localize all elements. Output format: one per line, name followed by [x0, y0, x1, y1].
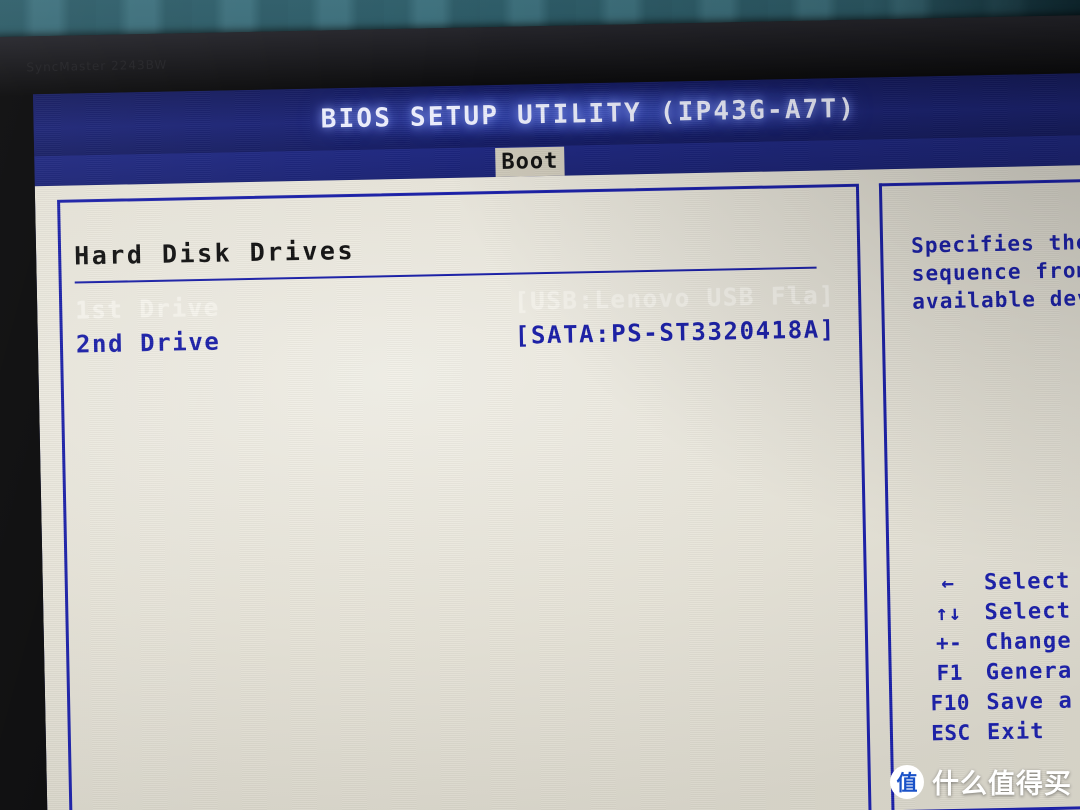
bios-body: Hard Disk Drives 1st Drive [USB:Lenovo U…: [34, 164, 1080, 810]
photo-scene: SyncMaster 2243BW BIOS SETUP UTILITY (IP…: [0, 0, 1080, 810]
esc-key-icon: ESC: [930, 720, 971, 746]
legend-label: Save a: [986, 688, 1074, 716]
watermark-label: 什么值得买: [932, 769, 1072, 800]
legend-label: Change: [984, 628, 1073, 656]
legend-row-select-item: ↑↓ Select: [912, 596, 1080, 632]
legend-label: Select: [984, 598, 1072, 626]
key-legend: ← Select S ↑↓ Select +- Change F1: [912, 566, 1080, 752]
legend-label: Exit: [986, 719, 1045, 746]
f1-key-icon: F1: [936, 660, 964, 686]
legend-label: Genera: [985, 658, 1073, 686]
monitor-bezel: SyncMaster 2243BW BIOS SETUP UTILITY (IP…: [0, 14, 1080, 810]
setting-value[interactable]: [SATA:PS-ST3320418A]: [515, 315, 836, 349]
legend-row-general-help: F1 Genera: [914, 656, 1080, 692]
help-line: Specifies the b: [910, 230, 1080, 258]
legend-row-save-and-exit: F10 Save a: [914, 686, 1080, 722]
help-panel: Specifies the b sequence from t availabl…: [878, 178, 1080, 810]
watermark: 值 什么值得买: [890, 762, 1072, 801]
legend-label: Select S: [983, 568, 1080, 596]
tab-boot[interactable]: Boot: [495, 146, 565, 178]
help-description: Specifies the b sequence from t availabl…: [911, 226, 1080, 316]
bios-screen: BIOS SETUP UTILITY (IP43G-A7T) Boot Hard…: [32, 72, 1080, 810]
section-title-hard-disk-drives: Hard Disk Drives: [73, 235, 356, 271]
f10-key-icon: F10: [930, 690, 971, 716]
main-settings-panel: [57, 183, 872, 810]
help-line: sequence from t: [911, 258, 1080, 286]
plus-minus-icon: +-: [935, 630, 963, 656]
monitor-brand-label: SyncMaster 2243BW: [26, 57, 168, 75]
help-line: available devic: [912, 285, 1080, 314]
legend-row-change-option: +- Change: [913, 626, 1080, 662]
legend-row-exit: ESC Exit: [915, 716, 1080, 752]
setting-value[interactable]: [USB:Lenovo USB Fla]: [514, 281, 835, 315]
watermark-logo-icon: 值: [890, 764, 924, 799]
legend-row-select-screen: ← Select S: [912, 566, 1080, 602]
left-arrow-icon: ←: [941, 570, 955, 596]
up-down-arrow-icon: ↑↓: [935, 600, 962, 626]
